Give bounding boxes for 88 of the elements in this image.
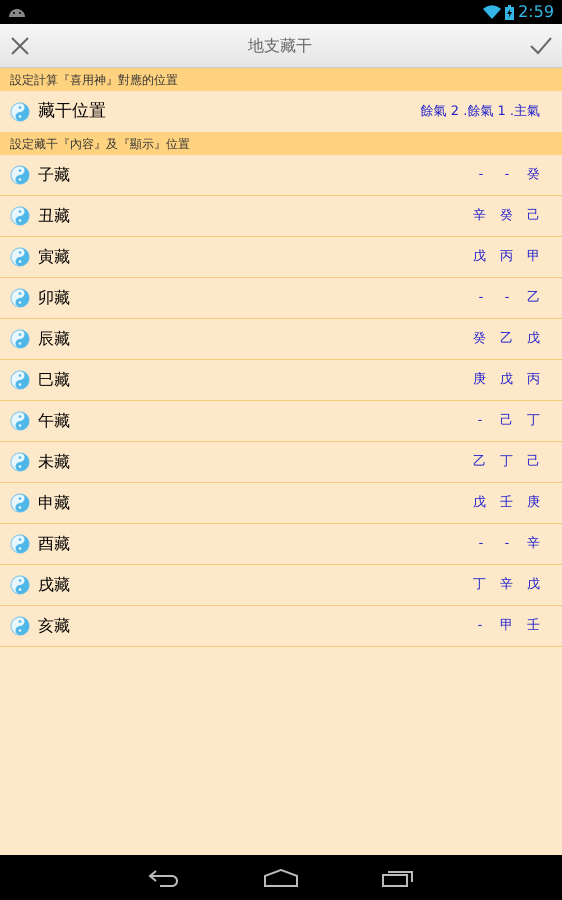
row-value: 丙 — [500, 248, 513, 266]
setting-row[interactable]: 子藏 - - 癸 — [0, 155, 562, 196]
row-label: 寅藏 — [38, 246, 70, 268]
yin-yang-icon — [10, 411, 30, 431]
row-value: - — [504, 166, 510, 184]
yin-yang-icon — [10, 452, 30, 472]
row-value: - — [504, 289, 510, 308]
yin-yang-icon — [10, 616, 30, 636]
setting-row[interactable]: 巳藏 庚 戊 丙 — [0, 360, 562, 401]
row-value: 丁 — [500, 453, 513, 472]
status-time: 2:59 — [518, 1, 554, 23]
yin-yang-icon — [10, 575, 30, 595]
setting-row[interactable]: 藏干位置 餘氣 2 .餘氣 1 .主氣 — [0, 91, 562, 132]
row-value: 乙 — [500, 330, 513, 348]
close-icon — [11, 36, 29, 54]
row-value: 己 — [527, 207, 540, 226]
section-header: 設定計算『喜用神』對應的位置 — [0, 68, 562, 91]
row-label: 丑藏 — [38, 205, 70, 227]
setting-row[interactable]: 申藏 戊 壬 庚 — [0, 483, 562, 524]
battery-icon — [505, 4, 514, 20]
home-icon[interactable] — [264, 868, 298, 886]
row-label: 亥藏 — [38, 615, 70, 637]
row-value: - — [478, 535, 484, 554]
row-value: 戊 — [527, 576, 540, 594]
yin-yang-icon — [10, 247, 30, 267]
yin-yang-icon — [10, 329, 30, 349]
row-label: 子藏 — [38, 164, 70, 186]
row-value: 乙 — [473, 453, 486, 472]
row-value: 餘氣 2 .餘氣 1 .主氣 — [420, 102, 540, 121]
setting-row[interactable]: 酉藏 - - 辛 — [0, 524, 562, 565]
row-value: 甲 — [500, 617, 513, 636]
window-title: 地支藏干 — [248, 34, 312, 56]
row-value: 乙 — [527, 289, 540, 308]
row-label: 戌藏 — [38, 574, 70, 596]
setting-row[interactable]: 戌藏 丁 辛 戊 — [0, 565, 562, 606]
yin-yang-icon — [10, 165, 30, 185]
row-value: 癸 — [473, 330, 486, 348]
row-value: 戊 — [527, 330, 540, 348]
setting-row[interactable]: 丑藏 辛 癸 己 — [0, 196, 562, 237]
section-header: 設定藏干『內容』及『顯示』位置 — [0, 132, 562, 155]
row-value: 辛 — [500, 576, 513, 594]
row-value: 戊 — [473, 248, 486, 266]
row-value: 己 — [527, 453, 540, 472]
row-value: 癸 — [500, 207, 513, 226]
setting-row[interactable]: 亥藏 - 甲 壬 — [0, 606, 562, 647]
row-label: 藏干位置 — [38, 100, 106, 123]
row-label: 辰藏 — [38, 328, 70, 350]
row-value: - — [478, 289, 484, 308]
setting-row[interactable]: 卯藏 - - 乙 — [0, 278, 562, 319]
row-value: - — [476, 617, 484, 636]
row-value: 戊 — [500, 371, 513, 390]
setting-row[interactable]: 辰藏 癸 乙 戊 — [0, 319, 562, 360]
checkmark-icon — [530, 36, 552, 54]
row-value: 丁 — [473, 576, 486, 594]
row-label: 申藏 — [38, 492, 70, 514]
yin-yang-icon — [10, 534, 30, 554]
row-value: 壬 — [500, 494, 513, 512]
wifi-icon — [483, 5, 502, 19]
row-value: 辛 — [473, 207, 486, 226]
row-value: 丁 — [527, 412, 540, 430]
yin-yang-icon — [10, 288, 30, 308]
row-value: 丙 — [527, 371, 540, 390]
row-value: 己 — [500, 412, 513, 430]
recent-apps-icon[interactable] — [382, 868, 414, 886]
row-label: 午藏 — [38, 410, 70, 432]
row-label: 酉藏 — [38, 533, 70, 555]
row-value: 庚 — [527, 494, 540, 512]
row-value: 戊 — [473, 494, 486, 512]
yin-yang-icon — [10, 102, 30, 122]
row-value: - — [476, 412, 484, 430]
row-value: 甲 — [527, 248, 540, 266]
row-value: - — [504, 535, 510, 554]
android-icon — [8, 6, 26, 18]
setting-row[interactable]: 未藏 乙 丁 己 — [0, 442, 562, 483]
yin-yang-icon — [10, 206, 30, 226]
row-value: 辛 — [527, 535, 540, 554]
row-value: 癸 — [527, 166, 540, 184]
setting-row[interactable]: 午藏 - 己 丁 — [0, 401, 562, 442]
row-value: - — [478, 166, 484, 184]
yin-yang-icon — [10, 370, 30, 390]
row-label: 未藏 — [38, 451, 70, 473]
row-label: 巳藏 — [38, 369, 70, 391]
setting-row[interactable]: 寅藏 戊 丙 甲 — [0, 237, 562, 278]
row-label: 卯藏 — [38, 287, 70, 309]
row-value: 壬 — [527, 617, 540, 636]
yin-yang-icon — [10, 493, 30, 513]
row-value: 庚 — [473, 371, 486, 390]
back-icon[interactable] — [148, 868, 180, 886]
